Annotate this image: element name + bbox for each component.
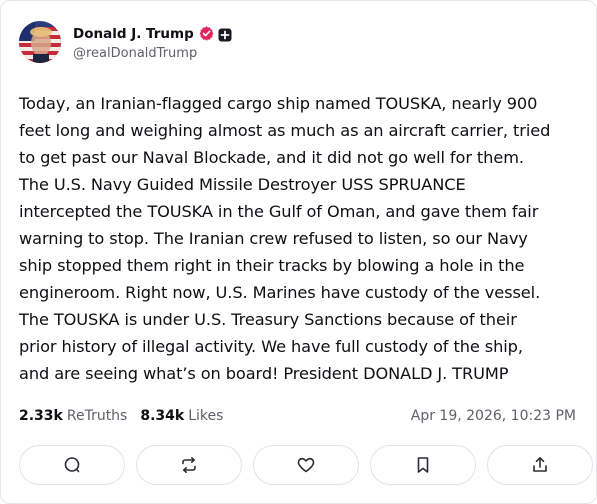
post-stats: 2.33k ReTruths 8.34k Likes Apr 19, 2026, 1… (19, 408, 576, 424)
retruth-button[interactable] (136, 445, 242, 485)
action-bar (19, 445, 593, 485)
bookmark-icon (417, 457, 429, 473)
likes-count: 8.34k (140, 408, 185, 424)
retruths-stat[interactable]: 2.33k ReTruths (19, 408, 127, 424)
reply-icon (64, 457, 80, 473)
avatar-flag-portrait-icon (19, 21, 61, 63)
like-icon (297, 457, 315, 473)
display-name[interactable]: Donald J. Trump (73, 26, 194, 42)
post-line: feet long and weighing almost as much as… (19, 121, 551, 140)
post-line: warning to stop. The Iranian crew refuse… (19, 229, 528, 248)
post-line: to get past our Naval Blockade, and it d… (19, 148, 524, 167)
post-card: Donald J. Trump @realDonaldTrump Today, (0, 0, 597, 504)
post-line: intercepted the TOUSKA in the Gulf of Om… (19, 202, 539, 221)
plus-badge-icon (218, 27, 232, 41)
share-icon (533, 457, 547, 472)
post-header: Donald J. Trump @realDonaldTrump (19, 21, 232, 63)
post-line: The U.S. Navy Guided Missile Destroyer U… (19, 175, 466, 194)
verified-badge-icon (199, 26, 214, 41)
likes-label: Likes (188, 408, 224, 424)
post-line: and are seeing what’s on board! Presiden… (19, 364, 509, 383)
reply-button[interactable] (19, 445, 125, 485)
post-line: engineroom. Right now, U.S. Marines have… (19, 283, 541, 302)
author-handle[interactable]: @realDonaldTrump (73, 46, 232, 61)
avatar[interactable] (19, 21, 61, 63)
like-button[interactable] (253, 445, 359, 485)
post-body: Today, an Iranian-flagged cargo ship nam… (19, 90, 583, 387)
name-row: Donald J. Trump (73, 24, 232, 44)
post-timestamp[interactable]: Apr 19, 2026, 10:23 PM (411, 408, 576, 424)
retruths-label: ReTruths (66, 408, 128, 424)
likes-stat[interactable]: 8.34k Likes (140, 408, 223, 424)
post-line: ship stopped them right in their tracks … (19, 256, 525, 275)
post-line: prior history of illegal activity. We ha… (19, 337, 523, 356)
post-line: Today, an Iranian-flagged cargo ship nam… (19, 94, 538, 113)
share-button[interactable] (487, 445, 593, 485)
bookmark-button[interactable] (370, 445, 476, 485)
author-names: Donald J. Trump @realDonaldTrump (73, 24, 232, 61)
retruths-count: 2.33k (19, 408, 63, 424)
retruth-icon (182, 457, 196, 473)
post-line: The TOUSKA is under U.S. Treasury Sancti… (19, 310, 517, 329)
